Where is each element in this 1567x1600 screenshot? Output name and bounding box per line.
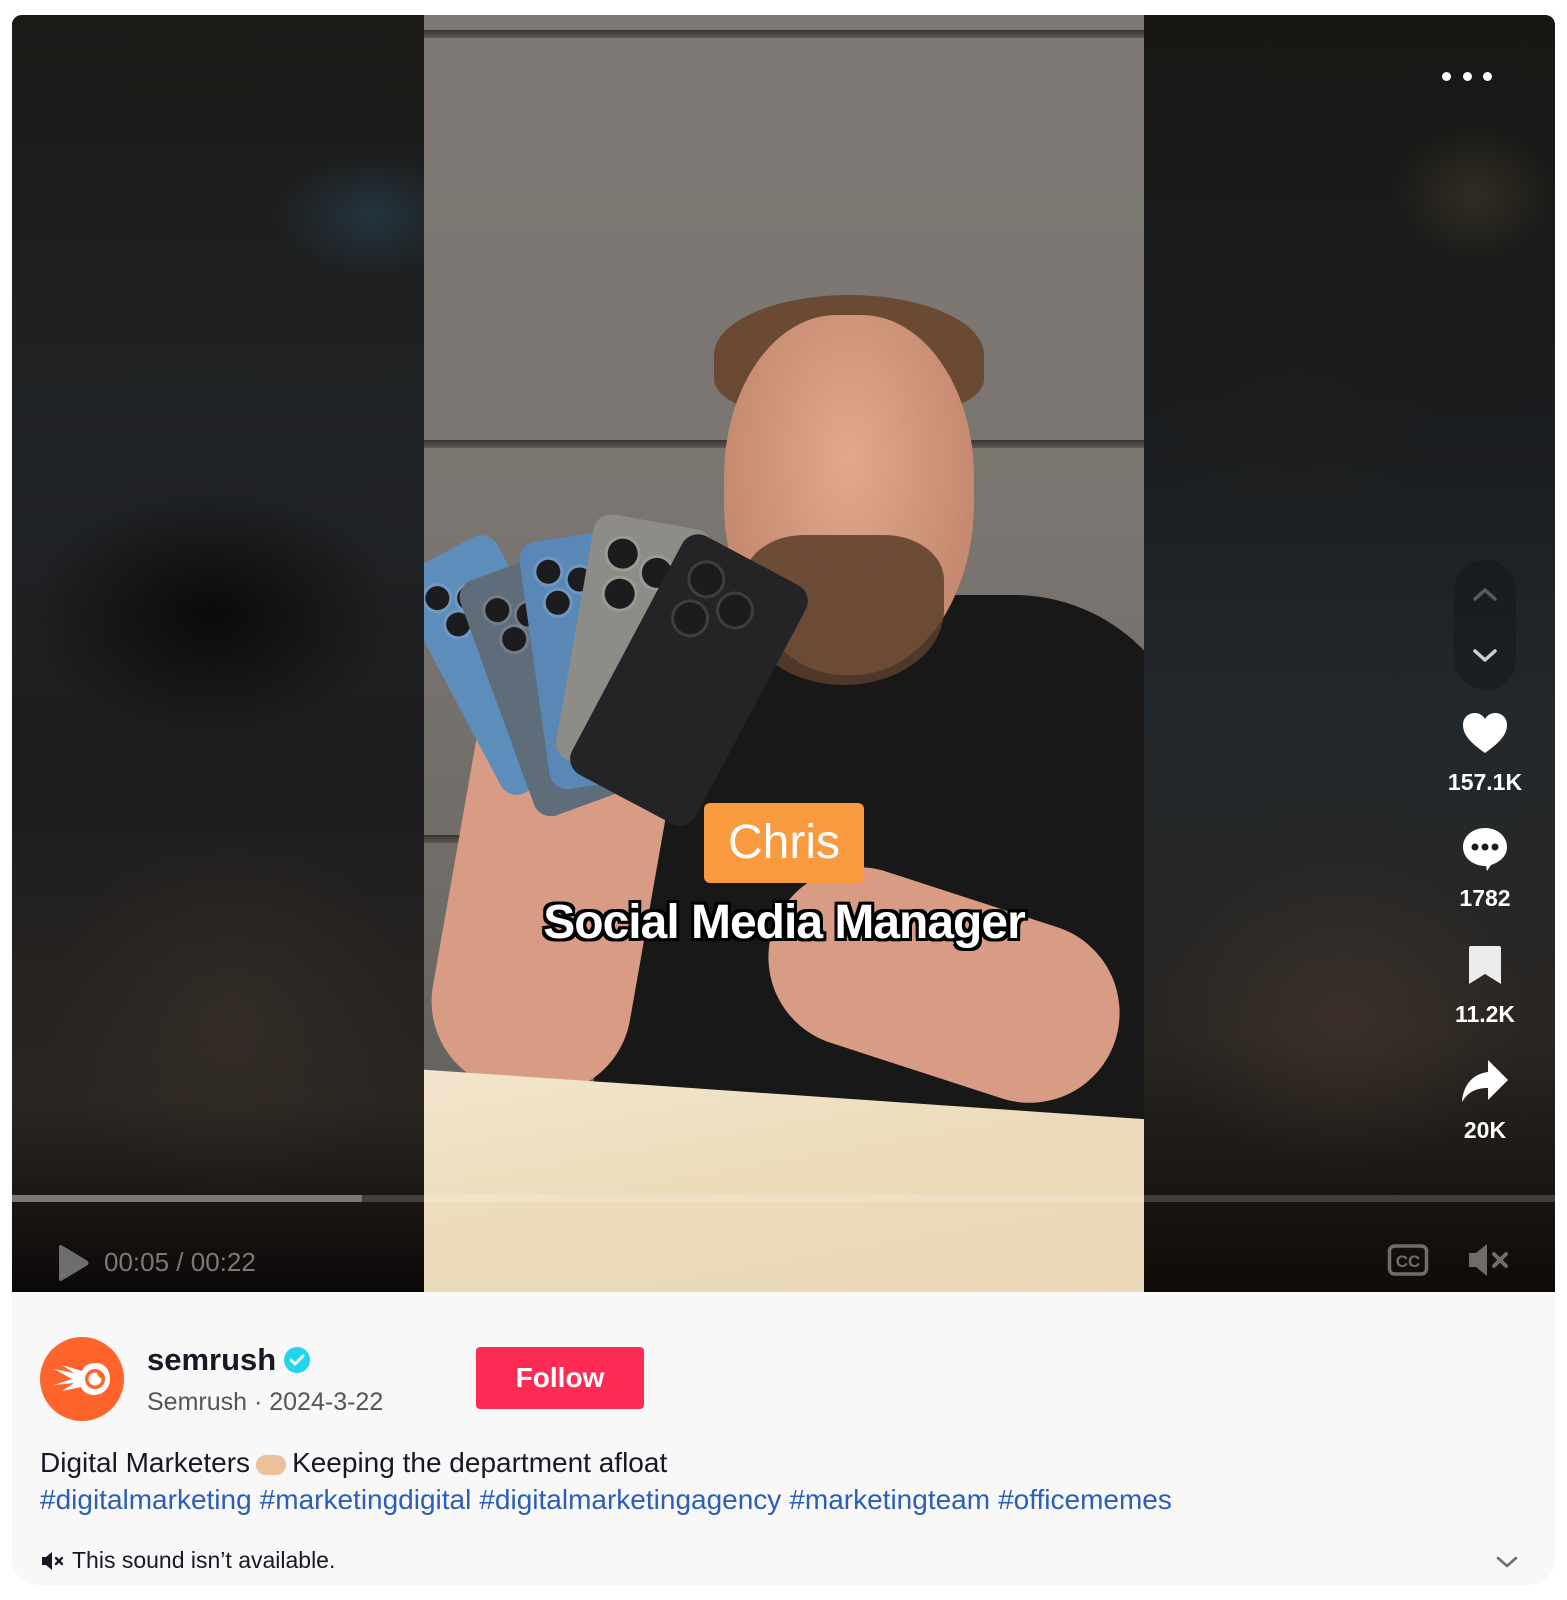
wall-panel-line [424,30,1144,38]
volume-muted-icon [42,1551,64,1570]
volume-muted-icon [1469,1244,1508,1276]
like-button[interactable] [1455,705,1515,761]
bookmark-icon [1469,946,1501,984]
share-arrow-icon [1462,1060,1508,1102]
save-button[interactable] [1455,937,1515,993]
video-navigation [1454,560,1516,690]
comment-icon [1463,828,1507,871]
play-icon [59,1245,89,1281]
subtitle-overlay: Social Media Manager [543,896,1026,949]
svg-text:CC: CC [1396,1252,1421,1271]
video-time: 00:05 / 00:22 [104,1247,256,1277]
save-action: 11.2K [1432,937,1538,1028]
video-player[interactable]: Chris Social Media Manager 157.1K 1782 1… [12,15,1555,1292]
description-text: Digital Marketers [40,1447,251,1478]
like-count: 157.1K [1447,769,1523,795]
sound-status: This sound isn’t available. [40,1547,335,1574]
share-action: 20K [1432,1053,1538,1144]
like-action: 157.1K [1432,705,1538,796]
author-username-link[interactable]: semrush [147,1342,311,1378]
comment-button[interactable] [1455,821,1515,877]
post-info: semrush Semrush · 2024-3-22 Follow Digit… [12,1292,1555,1585]
follow-button[interactable]: Follow [476,1347,644,1409]
more-horizontal-icon [1442,71,1451,81]
handshake-emoji-icon [256,1454,287,1475]
name-overlay-tag: Chris [704,803,864,883]
semrush-logo-icon [54,1363,110,1395]
captions-button[interactable]: CC [1387,1243,1429,1277]
post-description: Digital Marketers Keeping the department … [40,1444,1540,1518]
more-options-button[interactable] [1442,61,1492,91]
save-count: 11.2K [1454,1001,1516,1027]
chevron-down-icon [1496,1556,1518,1568]
closed-captions-icon: CC [1387,1244,1429,1276]
share-button[interactable] [1455,1053,1515,1109]
hashtag-link[interactable]: #marketingteam [789,1484,990,1515]
comment-count: 1782 [1459,885,1511,911]
author-username: semrush [147,1342,277,1377]
blurred-background-left [12,15,424,1292]
hashtag-link[interactable]: #officememes [998,1484,1172,1515]
video-frame[interactable]: Chris Social Media Manager [424,15,1144,1292]
avatar[interactable] [40,1337,124,1421]
sound-unavailable-text: This sound isn’t available. [72,1547,336,1573]
video-post-card: Chris Social Media Manager 157.1K 1782 1… [12,15,1555,1585]
verified-badge-icon [284,1347,311,1373]
hashtag-link[interactable]: #marketingdigital [260,1484,472,1515]
description-text: Keeping the department afloat [292,1447,668,1478]
chevron-up-icon [1473,588,1497,601]
previous-video-button[interactable] [1454,564,1516,624]
video-progress-fill [12,1195,363,1202]
expand-description-button[interactable] [1492,1550,1522,1574]
hashtag-link[interactable]: #digitalmarketing [40,1484,252,1515]
heart-icon [1463,713,1507,753]
play-button[interactable] [52,1243,92,1283]
hashtag-link[interactable]: #digitalmarketingagency [479,1484,781,1515]
comment-action: 1782 [1432,821,1538,912]
next-video-button[interactable] [1454,626,1516,686]
dot [1462,71,1472,81]
video-progress-bar[interactable] [12,1195,1555,1202]
share-count: 20K [1463,1117,1507,1143]
author-meta: Semrush · 2024-3-22 [147,1388,384,1416]
chevron-down-icon [1473,649,1497,662]
dot [1483,71,1492,81]
mute-toggle-button[interactable] [1465,1240,1511,1280]
